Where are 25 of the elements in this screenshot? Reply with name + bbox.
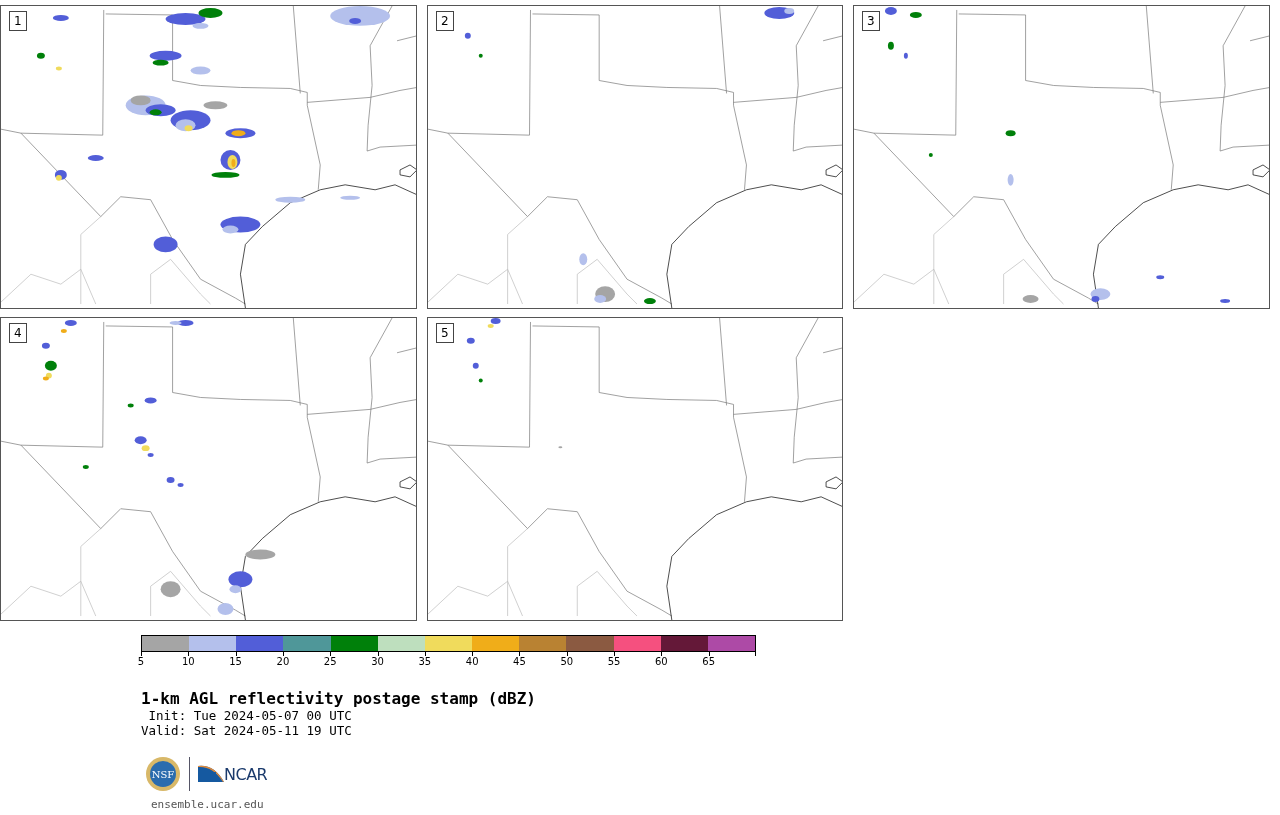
tick-label: 25 <box>323 656 337 667</box>
tick-label: 5 <box>137 656 145 667</box>
ncar-logo-text: NCAR <box>224 765 268 784</box>
swoosh-icon <box>198 764 224 784</box>
tick-label: 65 <box>702 656 716 667</box>
panel-number: 4 <box>9 323 27 343</box>
panel-number: 2 <box>436 11 454 31</box>
tick-label: 15 <box>229 656 242 667</box>
tick-label: 50 <box>560 656 574 667</box>
website-url: ensemble.ucar.edu <box>151 798 265 811</box>
panel-number: 5 <box>436 323 454 343</box>
tick-label: 60 <box>655 656 668 667</box>
panel-number: 1 <box>9 11 27 31</box>
init-time: Init: Tue 2024-05-07 00 UTC <box>147 708 353 723</box>
chart-title: 1-km AGL reflectivity postage stamp (dBZ) <box>141 690 537 708</box>
panel-number: 3 <box>862 11 880 31</box>
tick-label: 45 <box>513 656 526 667</box>
nsf-logo: NSF <box>145 756 181 792</box>
tick-label: 30 <box>371 656 384 667</box>
valid-time: Valid: Sat 2024-05-11 19 UTC <box>141 723 353 738</box>
tick-label: 20 <box>276 656 290 667</box>
tick-label: 40 <box>465 656 479 667</box>
tick-label: 35 <box>418 656 432 667</box>
tick-label: 55 <box>607 656 621 667</box>
tick-label: 10 <box>181 656 195 667</box>
